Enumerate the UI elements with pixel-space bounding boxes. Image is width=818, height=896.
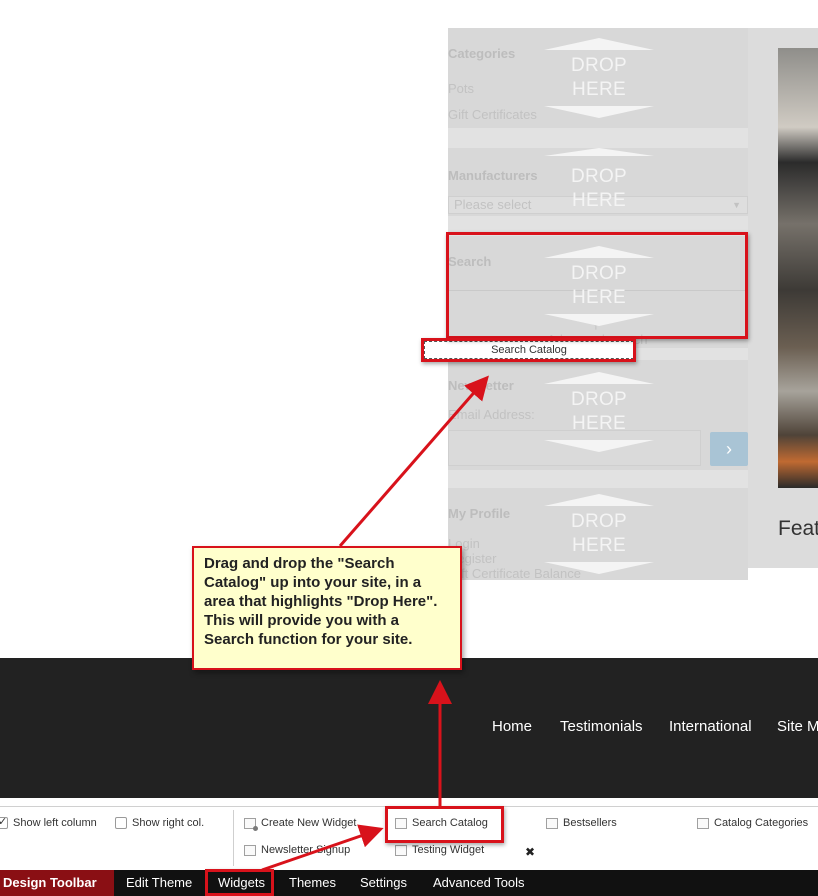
newsletter-heading: Newsletter (448, 378, 514, 393)
manufacturers-widget-zone[interactable]: Manufacturers Please select ▼ DROP HERE (448, 148, 748, 216)
drop-arrow-down-icon (544, 562, 654, 574)
show-left-column-label: Show left column (13, 817, 97, 829)
nav-home[interactable]: Home (492, 718, 532, 735)
show-right-column-label: Show right col. (132, 817, 205, 829)
drop-here-label: DROP HERE (570, 166, 628, 211)
show-left-column-option[interactable]: Show left column (0, 815, 97, 829)
toolbar-themes[interactable]: Themes (289, 870, 336, 896)
widget-label: Create New Widget (261, 817, 357, 829)
show-right-column-option[interactable]: Show right col. (115, 817, 204, 829)
widget-label: Bestsellers (563, 817, 617, 829)
main-content-area: Feat (748, 28, 818, 568)
drop-here-label: DROP HERE (570, 389, 628, 434)
chevron-right-icon: › (726, 439, 732, 459)
drop-arrow-down-icon (544, 440, 654, 452)
category-link-gift-certificates[interactable]: Gift Certificates (448, 107, 537, 122)
toolbar-advanced-tools[interactable]: Advanced Tools (433, 870, 525, 896)
widget-icon (546, 817, 558, 829)
widget-icon (697, 817, 709, 829)
drag-item-highlight (421, 338, 636, 362)
search-catalog-widget-highlight (385, 806, 504, 843)
manufacturers-heading: Manufacturers (448, 168, 538, 183)
widget-catalog-categories[interactable]: Catalog Categories (697, 817, 808, 829)
search-zone-highlight (446, 232, 748, 339)
manufacturer-select-value: Please select (454, 197, 532, 212)
show-left-column-checkbox[interactable] (0, 815, 8, 829)
widget-bestsellers[interactable]: Bestsellers (546, 817, 617, 829)
toolbar-settings[interactable]: Settings (360, 870, 407, 896)
widget-label: Newsletter Signup (261, 844, 351, 856)
email-address-label: Email Address: (448, 407, 535, 422)
drop-here-target[interactable]: DROP HERE (544, 38, 654, 118)
close-icon[interactable]: ✖ (525, 845, 535, 859)
widget-testing[interactable]: Testing Widget (395, 844, 484, 856)
my-profile-heading: My Profile (448, 506, 511, 521)
drop-here-target[interactable]: DROP HERE (544, 372, 654, 452)
hero-image (778, 48, 818, 488)
drop-here-target[interactable]: DROP HERE (544, 148, 654, 216)
widget-label: Catalog Categories (714, 817, 809, 829)
drop-arrow-up-icon (544, 148, 654, 156)
site-navigation-bar: Home Testimonials International Site M (0, 658, 818, 798)
nav-testimonials[interactable]: Testimonials (560, 718, 643, 735)
categories-widget-zone[interactable]: Categories Pots Gift Certificates DROP H… (448, 28, 748, 128)
widgets-tab-highlight (205, 869, 274, 896)
chevron-down-icon: ▼ (732, 200, 741, 210)
categories-heading: Categories (448, 46, 516, 61)
panel-divider (233, 810, 234, 866)
drop-arrow-up-icon (544, 372, 654, 384)
nav-site-map[interactable]: Site M (777, 718, 818, 735)
widget-create-new[interactable]: Create New Widget (244, 817, 357, 831)
drop-here-label: DROP HERE (570, 511, 628, 556)
newsletter-widget-zone[interactable]: Newsletter Email Address: › DROP HERE (448, 360, 748, 470)
newsletter-submit-button[interactable]: › (710, 432, 748, 466)
drop-arrow-down-icon (544, 106, 654, 118)
widget-icon (244, 844, 256, 856)
widget-label: Testing Widget (412, 844, 485, 856)
drop-here-label: DROP HERE (570, 55, 628, 100)
create-widget-icon (244, 817, 258, 831)
featured-heading: Feat (778, 517, 818, 540)
design-toolbar: Design Toolbar Edit Theme Widgets Themes… (0, 870, 818, 896)
my-profile-widget-zone[interactable]: My Profile Login Register Gift Certifica… (448, 488, 748, 580)
widget-newsletter-signup[interactable]: Newsletter Signup (244, 844, 350, 856)
drop-here-target[interactable]: DROP HERE (544, 494, 654, 574)
toolbar-edit-theme[interactable]: Edit Theme (126, 870, 192, 896)
design-toolbar-brand[interactable]: Design Toolbar (0, 870, 114, 896)
instruction-callout: Drag and drop the "Search Catalog" up in… (192, 546, 462, 670)
category-link-pots[interactable]: Pots (448, 81, 474, 96)
nav-international[interactable]: International (669, 718, 752, 735)
drop-arrow-up-icon (544, 494, 654, 506)
show-right-column-checkbox[interactable] (115, 817, 127, 829)
widget-icon (395, 844, 407, 856)
drop-arrow-up-icon (544, 38, 654, 50)
